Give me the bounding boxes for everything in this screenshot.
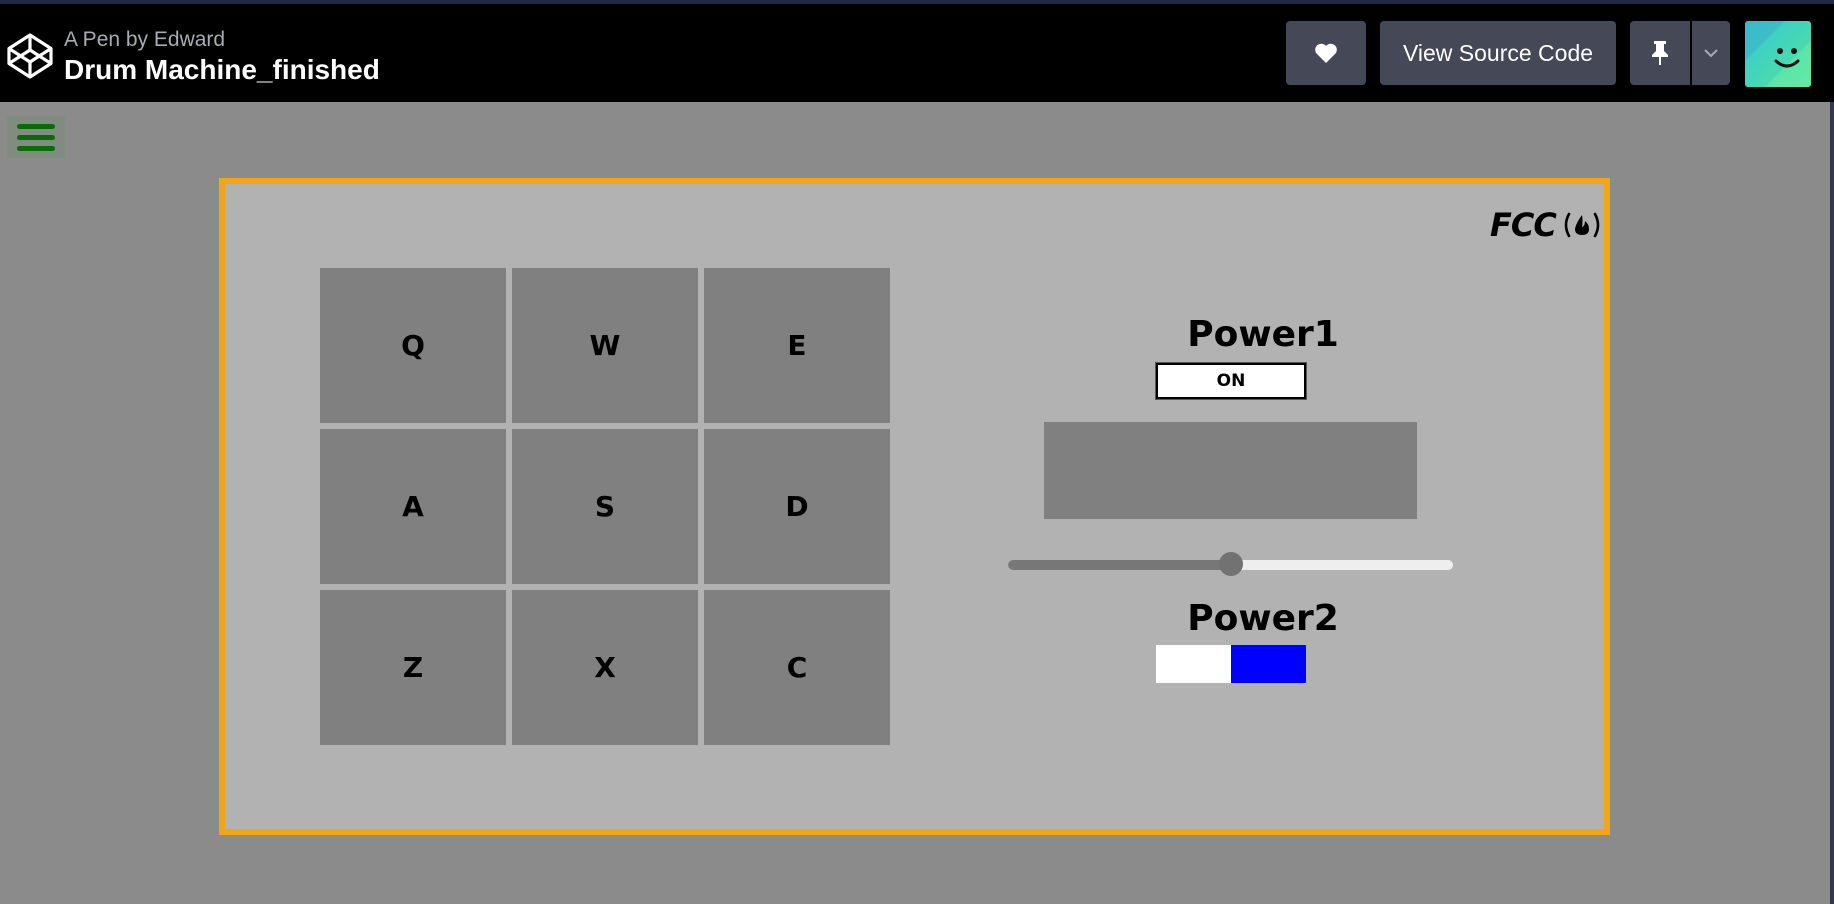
power2-toggle-on-side (1231, 645, 1306, 683)
sound-display (1044, 422, 1417, 519)
drum-pad-e[interactable]: E (704, 268, 890, 423)
menu-button[interactable] (7, 116, 65, 158)
power2-label: Power2 (1187, 598, 1339, 639)
like-button[interactable] (1286, 21, 1366, 85)
drum-pad-grid: Q W E A S D Z X C (320, 268, 890, 745)
fcc-logo: FCC (1490, 206, 1602, 244)
power2-toggle-off-side (1156, 645, 1231, 683)
power1-label: Power1 (1187, 314, 1339, 355)
pin-button[interactable] (1630, 21, 1690, 85)
view-source-button[interactable]: View Source Code (1380, 21, 1616, 85)
window-right-border (1830, 102, 1834, 904)
heart-icon (1315, 43, 1337, 63)
codepen-header: A Pen by Edward Drum Machine_finished Vi… (0, 4, 1834, 102)
drum-pad-s[interactable]: S (512, 429, 698, 584)
drum-machine: FCC Q W E A S D Z X C Power1 ON Power2 (219, 178, 1610, 835)
hamburger-icon-bar (17, 145, 55, 151)
fcc-flame-icon (1564, 212, 1600, 238)
drum-pad-d[interactable]: D (704, 429, 890, 584)
drum-pad-z[interactable]: Z (320, 590, 506, 745)
smiley-avatar-icon (1745, 21, 1811, 87)
drum-pad-q[interactable]: Q (320, 268, 506, 423)
volume-slider-fill (1008, 560, 1231, 570)
power2-toggle[interactable] (1156, 645, 1306, 683)
fcc-logo-text: FCC (1490, 206, 1557, 244)
chevron-down-icon (1704, 49, 1718, 58)
pen-author[interactable]: A Pen by Edward (64, 28, 225, 52)
pen-title: Drum Machine_finished (64, 54, 380, 85)
pin-options-button[interactable] (1692, 21, 1730, 85)
codepen-logo-icon[interactable] (5, 31, 55, 81)
volume-slider-thumb[interactable] (1218, 552, 1243, 576)
drum-pad-c[interactable]: C (704, 590, 890, 745)
hamburger-icon-bar (17, 134, 55, 140)
drum-pad-a[interactable]: A (320, 429, 506, 584)
pin-icon (1652, 41, 1668, 65)
drum-pad-w[interactable]: W (512, 268, 698, 423)
user-avatar[interactable] (1745, 21, 1811, 87)
hamburger-icon-bar (17, 123, 55, 129)
drum-pad-x[interactable]: X (512, 590, 698, 745)
power1-toggle[interactable]: ON (1155, 362, 1307, 400)
